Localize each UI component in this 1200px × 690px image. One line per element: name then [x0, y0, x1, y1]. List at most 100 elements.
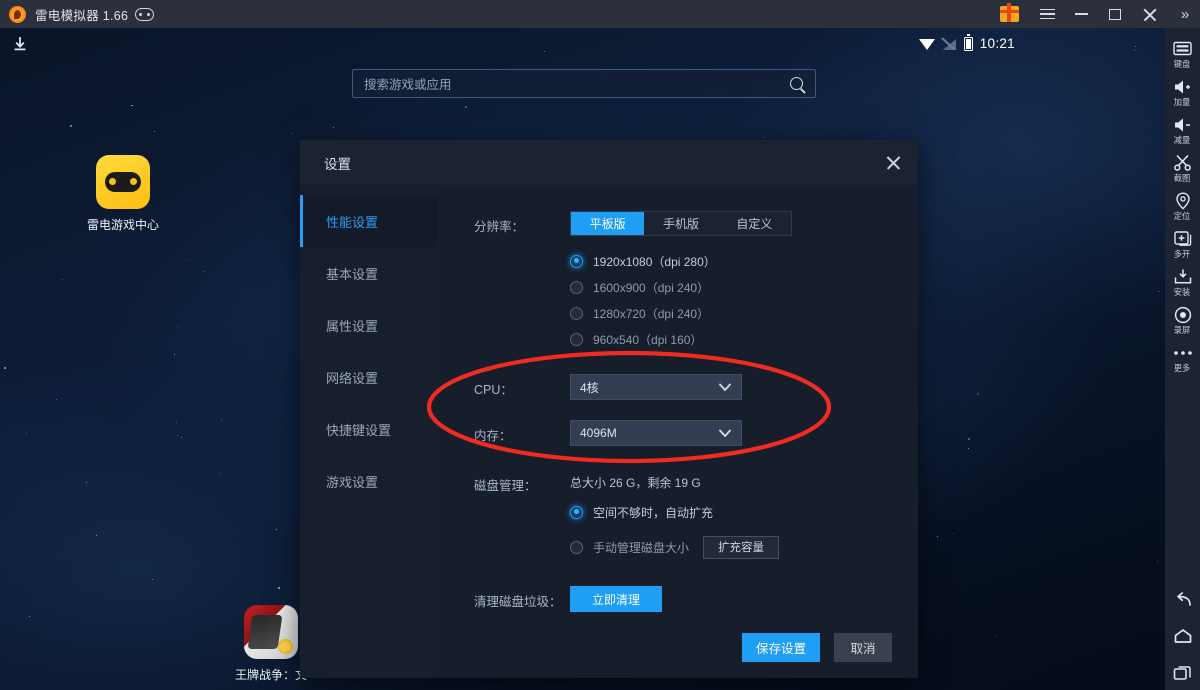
dialog-footer: 保存设置 取消 — [438, 616, 918, 678]
sidebar-item-label: 性能设置 — [326, 214, 379, 230]
double-chevron-right-icon: » — [1180, 5, 1190, 23]
sidebar-item-label: 基本设置 — [326, 266, 379, 282]
search-icon[interactable] — [790, 77, 803, 90]
recent-apps-icon[interactable] — [1173, 662, 1193, 682]
download-icon — [12, 36, 28, 52]
desktop-icon-game-center[interactable]: 雷电游戏中心 — [77, 155, 169, 233]
cpu-select[interactable]: 4核 — [570, 374, 742, 400]
disk-label: 磁盘管理： — [474, 479, 537, 493]
toolbar-item-label: 安装 — [1174, 287, 1191, 297]
more-dots-icon — [1173, 343, 1193, 362]
expand-disk-button[interactable]: 扩充容量 — [703, 535, 780, 559]
sidebar-item-label: 游戏设置 — [326, 474, 379, 490]
radio-icon — [570, 306, 583, 320]
dialog-content: 分辨率： 平板版 手机版 自定义 1920x1080（dpi 280） 1600… — [438, 185, 918, 678]
toolbar-item-volume-up[interactable]: 加量 — [1165, 72, 1200, 110]
titlebar-controls: » — [994, 0, 1200, 28]
dialog-body: 性能设置 基本设置 属性设置 网络设置 快捷键设置 游戏设置 分辨率： 平板版 … — [300, 185, 918, 678]
toolbar-item-install[interactable]: 安装 — [1165, 262, 1200, 300]
emulator-window: 雷电模拟器 1.66 » 10:21 搜索游戏或应用 雷电游戏中心 王牌战争：文… — [0, 0, 1200, 690]
toolbar-item-label: 定位 — [1174, 211, 1191, 221]
wifi-icon — [918, 38, 936, 50]
chevron-down-icon — [718, 427, 732, 440]
maximize-button[interactable] — [1098, 0, 1132, 28]
sidebar-item-label: 快捷键设置 — [326, 422, 392, 438]
dialog-sidebar: 性能设置 基本设置 属性设置 网络设置 快捷键设置 游戏设置 — [300, 185, 438, 678]
hamburger-menu-icon — [1039, 8, 1055, 20]
toolbar-item-label: 加量 — [1174, 97, 1191, 107]
toolbar-item-keyboard[interactable]: 键盘 — [1165, 34, 1200, 72]
sync-badge-icon[interactable] — [135, 7, 155, 21]
resolution-option-label: 1600x900（dpi 240） — [593, 280, 710, 295]
scissors-icon — [1173, 153, 1192, 172]
cleanup-button[interactable]: 立即清理 — [570, 586, 663, 612]
toolbar-item-more[interactable]: 更多 — [1165, 338, 1200, 376]
menu-button[interactable] — [1030, 0, 1064, 28]
record-icon — [1174, 305, 1192, 324]
settings-dialog: 设置 性能设置 基本设置 属性设置 网络设置 快捷键设置 游戏设置 分辨率： 平… — [300, 140, 918, 678]
memory-select[interactable]: 4096M — [570, 420, 742, 446]
radio-icon — [570, 254, 583, 268]
home-icon[interactable] — [1173, 626, 1193, 646]
toolbar-item-record[interactable]: 录屏 — [1165, 300, 1200, 338]
back-icon[interactable] — [1173, 590, 1193, 610]
memory-label: 内存： — [474, 429, 512, 443]
close-icon — [886, 155, 901, 170]
toolbar-item-label: 多开 — [1174, 249, 1191, 259]
close-button[interactable] — [1132, 0, 1166, 28]
sidebar-item-hotkeys[interactable]: 快捷键设置 — [300, 403, 438, 455]
resolution-tabs: 平板版 手机版 自定义 — [570, 211, 792, 236]
toolbar-item-volume-down[interactable]: 减量 — [1165, 110, 1200, 148]
collapse-toolbar-button[interactable]: » — [1166, 0, 1200, 28]
resolution-option-1920[interactable]: 1920x1080（dpi 280） — [570, 248, 792, 274]
resolution-option-1600[interactable]: 1600x900（dpi 240） — [570, 274, 792, 300]
tab-tablet[interactable]: 平板版 — [571, 212, 645, 235]
sidebar-item-basic[interactable]: 基本设置 — [300, 247, 438, 299]
radio-icon — [570, 540, 583, 554]
gift-button[interactable] — [994, 3, 1024, 25]
sidebar-item-property[interactable]: 属性设置 — [300, 299, 438, 351]
search-input[interactable]: 搜索游戏或应用 — [352, 69, 816, 98]
disk-option-label: 空间不够时，自动扩充 — [593, 505, 714, 520]
ldplayer-logo-icon — [9, 5, 26, 23]
sidebar-item-network[interactable]: 网络设置 — [300, 351, 438, 403]
multi-instance-icon — [1173, 229, 1192, 248]
minimize-icon — [1074, 13, 1088, 15]
battery-icon — [963, 34, 973, 51]
disk-option-auto[interactable]: 空间不够时，自动扩充 — [570, 499, 779, 525]
memory-row: 内存： 4096M — [438, 420, 918, 446]
memory-value: 4096M — [580, 426, 617, 440]
radio-icon — [570, 332, 583, 346]
sidebar-item-game[interactable]: 游戏设置 — [300, 455, 438, 507]
resolution-label: 分辨率： — [474, 220, 525, 234]
cleanup-row: 清理磁盘垃圾： 立即清理 — [438, 586, 918, 612]
resolution-option-960[interactable]: 960x540（dpi 160） — [570, 326, 792, 352]
disk-options: 空间不够时，自动扩充 手动管理磁盘大小 扩充容量 — [570, 499, 780, 560]
window-title: 雷电模拟器 1.66 — [35, 8, 129, 23]
resolution-row: 分辨率： 平板版 手机版 自定义 1920x1080（dpi 280） 1600… — [438, 211, 918, 352]
volume-up-icon — [1173, 77, 1193, 96]
resolution-option-label: 1920x1080（dpi 280） — [593, 254, 716, 269]
cancel-button[interactable]: 取消 — [834, 632, 892, 662]
toolbar-item-location[interactable]: 定位 — [1165, 186, 1200, 224]
toolbar-item-multi-instance[interactable]: 多开 — [1165, 224, 1200, 262]
android-status-bar: 10:21 — [918, 34, 1015, 51]
tab-custom[interactable]: 自定义 — [718, 212, 791, 235]
resolution-option-1280[interactable]: 1280x720（dpi 240） — [570, 300, 792, 326]
resolution-option-label: 1280x720（dpi 240） — [593, 306, 710, 321]
toolbar-item-screenshot[interactable]: 截图 — [1165, 148, 1200, 186]
tab-phone[interactable]: 手机版 — [644, 212, 717, 235]
cleanup-label: 清理磁盘垃圾： — [474, 595, 562, 609]
dialog-close-button[interactable] — [878, 148, 908, 176]
maximize-icon — [1109, 8, 1121, 20]
gift-icon — [999, 3, 1019, 22]
disk-group: 总大小 26 G，剩余 19 G 空间不够时，自动扩充 手动管理磁盘大小 扩充容… — [570, 470, 780, 560]
android-nav-buttons — [1165, 590, 1200, 690]
window-titlebar: 雷电模拟器 1.66 » — [0, 0, 1200, 28]
sidebar-item-performance[interactable]: 性能设置 — [300, 195, 438, 247]
disk-option-manual[interactable]: 手动管理磁盘大小 扩充容量 — [570, 534, 780, 560]
minimize-button[interactable] — [1064, 0, 1098, 28]
toolbar-item-label: 更多 — [1174, 363, 1191, 373]
save-button[interactable]: 保存设置 — [742, 632, 820, 662]
close-icon — [1142, 7, 1157, 22]
